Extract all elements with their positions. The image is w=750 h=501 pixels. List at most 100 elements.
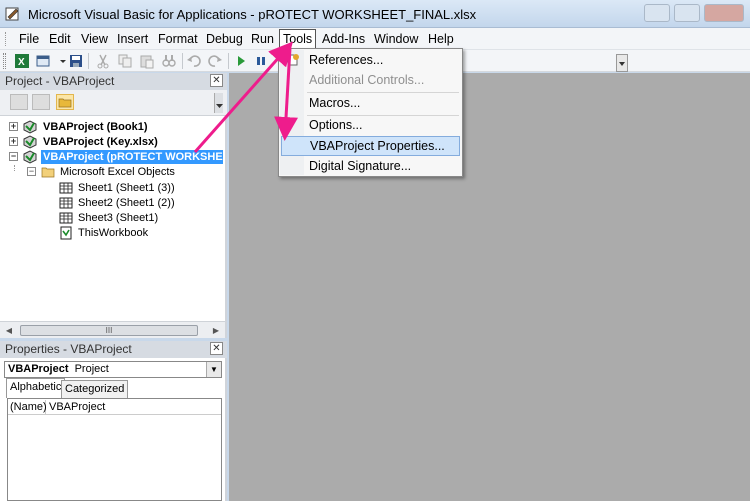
toolbar-separator [228,53,229,69]
tree-item-label: VBAProject (pROTECT WORKSHEET_F [41,150,223,164]
tree-item-label: Sheet1 (Sheet1 (3)) [78,182,175,194]
menu-item-digital-signature[interactable]: Digital Signature... [281,157,460,177]
minimize-button[interactable] [644,4,670,22]
menu-help[interactable]: Help [424,31,458,48]
menu-item-label: VBAProject Properties... [310,139,445,153]
property-name: (Name) [10,400,47,414]
vba-project-icon [23,120,37,134]
project-explorer-header: Project - VBAProject ✕ [0,73,227,90]
tree-item-protect-worksheet[interactable]: − VBAProject (pROTECT WORKSHEET_F [0,150,225,165]
maximize-button[interactable] [674,4,700,22]
properties-title: Properties - VBAProject [5,342,132,356]
menu-item-references[interactable]: References... [281,51,460,71]
menu-format[interactable]: Format [154,31,202,48]
close-icon[interactable]: ✕ [210,342,223,355]
worksheet-icon [59,182,73,194]
scroll-right-icon[interactable]: ▶ [211,325,221,336]
paste-icon[interactable] [139,53,155,69]
chevron-down-icon[interactable]: ▼ [206,362,221,377]
tree-item-key[interactable]: + VBAProject (Key.xlsx) [0,135,225,150]
menu-item-additional-controls[interactable]: Additional Controls... [281,71,460,91]
folder-icon [41,167,55,178]
properties-window: Properties - VBAProject ✕ VBAProject Pro… [0,341,227,501]
project-explorer: Project - VBAProject ✕ + VBAProject (Boo… [0,73,227,338]
menu-item-label: Additional Controls... [309,73,425,87]
close-window-button[interactable] [704,4,744,22]
copy-icon[interactable] [117,53,133,69]
horizontal-scrollbar[interactable]: ◀ III ▶ [0,321,225,338]
property-value[interactable]: VBAProject [49,400,105,414]
menu-item-vbaproject-properties[interactable]: VBAProject Properties... [281,136,460,156]
redo-icon[interactable] [207,53,223,69]
properties-header: Properties - VBAProject ✕ [0,341,227,358]
references-icon [287,54,299,66]
menu-file[interactable]: File [15,31,43,48]
tab-categorized[interactable]: Categorized [61,380,129,398]
tab-alphabetic[interactable]: Alphabetic [6,378,66,398]
menu-separator [307,92,459,93]
toggle-folders-icon[interactable] [56,94,74,110]
insert-userform-icon[interactable] [36,53,52,69]
toolbar-grip [3,53,6,69]
tree-item-sheet1[interactable]: Sheet1 (Sheet1 (3)) [0,181,225,196]
tools-dropdown-menu: References... Additional Controls... Mac… [278,48,463,177]
object-name: VBAProject [8,363,69,375]
object-selector[interactable]: VBAProject Project ▼ [4,361,222,378]
undo-icon[interactable] [186,53,202,69]
menu-item-label: References... [309,53,384,67]
break-icon[interactable] [253,53,269,69]
toolbar-separator [182,53,183,69]
collapse-icon[interactable]: − [9,152,18,161]
scrollbar-thumb[interactable]: III [20,325,198,336]
tree-item-thisworkbook[interactable]: ThisWorkbook [0,226,225,241]
menubar-grip [5,32,8,46]
toolbar-overflow-button[interactable] [214,93,223,113]
menu-tools[interactable]: Tools [279,29,317,49]
project-tree: + VBAProject (Book1) + VBAProject (Key.x… [0,117,227,321]
view-code-icon[interactable] [10,94,28,110]
window-title: Microsoft Visual Basic for Applications … [28,7,477,22]
scroll-left-icon[interactable]: ◀ [4,325,14,336]
worksheet-icon [59,212,73,224]
menu-window[interactable]: Window [370,31,422,48]
vba-project-icon [23,135,37,149]
toolbar-dropdown-button[interactable] [616,54,628,72]
run-icon[interactable] [233,53,249,69]
toolbar-separator [88,53,89,69]
tree-item-sheet2[interactable]: Sheet2 (Sheet1 (2)) [0,196,225,211]
view-object-icon[interactable] [32,94,50,110]
menu-run[interactable]: Run [247,31,278,48]
menu-edit[interactable]: Edit [45,31,75,48]
expand-icon[interactable]: + [9,122,18,131]
properties-grid: (Name) VBAProject [7,398,222,501]
tree-connector [14,165,15,171]
menu-item-label: Digital Signature... [309,159,412,173]
tree-item-label: ThisWorkbook [78,227,149,239]
tree-item-label: VBAProject (Book1) [43,121,148,133]
close-icon[interactable]: ✕ [210,74,223,87]
cut-icon[interactable] [95,53,111,69]
tree-item-label: Sheet2 (Sheet1 (2)) [78,197,175,209]
save-icon[interactable] [68,53,84,69]
menu-insert[interactable]: Insert [113,31,152,48]
expand-icon[interactable]: + [9,137,18,146]
find-icon[interactable] [161,53,177,69]
vba-editor-window: Microsoft Visual Basic for Applications … [0,0,750,501]
menu-item-label: Macros... [309,96,361,110]
vba-project-icon [23,150,37,164]
menu-item-options[interactable]: Options... [281,116,460,136]
collapse-icon[interactable]: − [27,167,36,176]
menu-add-ins[interactable]: Add-Ins [318,31,369,48]
menu-view[interactable]: View [77,31,112,48]
tree-item-sheet3[interactable]: Sheet3 (Sheet1) [0,211,225,226]
project-explorer-toolbar [0,90,227,116]
tree-item-excel-objects[interactable]: − Microsoft Excel Objects [0,165,225,180]
tree-item-label: VBAProject (Key.xlsx) [43,136,158,148]
workbook-icon [60,226,72,240]
tree-item-book1[interactable]: + VBAProject (Book1) [0,120,225,135]
menu-item-macros[interactable]: Macros... [281,94,460,114]
view-excel-icon[interactable]: X [14,53,30,69]
menu-debug[interactable]: Debug [202,31,247,48]
property-row[interactable]: (Name) VBAProject [8,400,221,415]
worksheet-icon [59,197,73,209]
